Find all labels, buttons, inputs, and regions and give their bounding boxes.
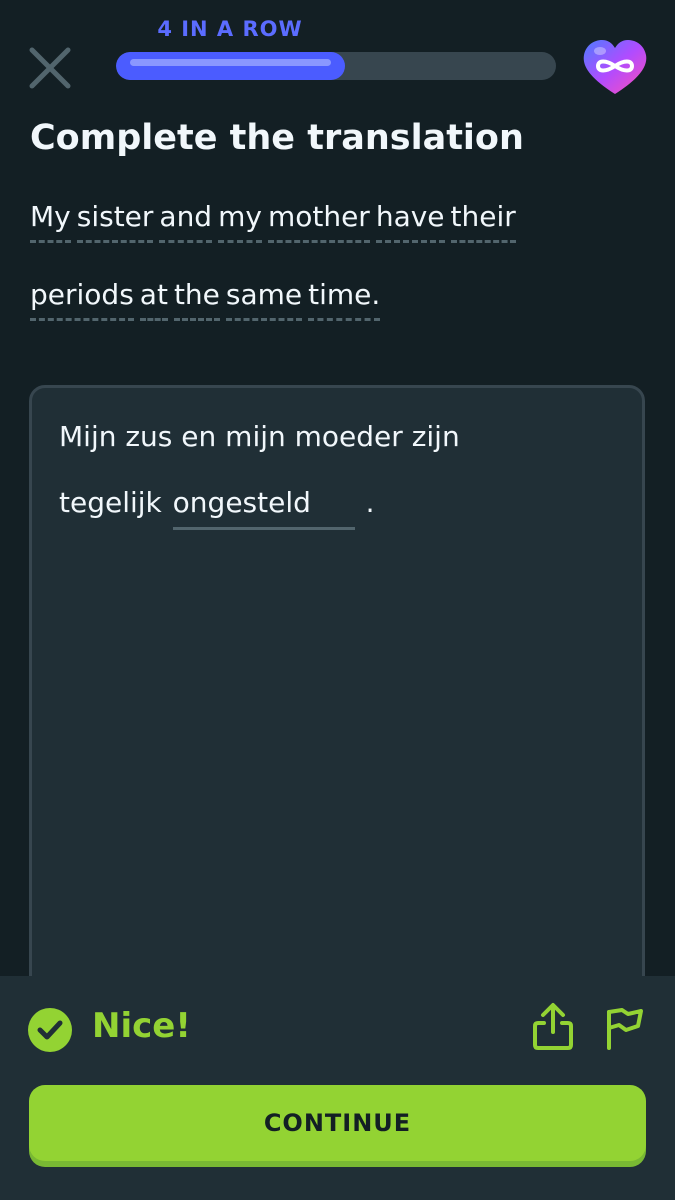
prompt-word[interactable]: the: [173, 278, 220, 321]
feedback-panel: Nice! CONTINUE: [0, 976, 675, 1200]
answer-prefix: tegelijk: [59, 486, 162, 519]
streak-label: 4 IN A ROW: [157, 17, 303, 41]
prompt-word[interactable]: at: [139, 278, 168, 321]
lesson-progress-bar: [116, 52, 556, 80]
check-circle-icon: [28, 1008, 72, 1052]
prompt-word[interactable]: and: [159, 200, 213, 243]
prompt-word[interactable]: their: [450, 200, 516, 243]
prompt-word[interactable]: have: [375, 200, 445, 243]
infinity-heart-icon[interactable]: [580, 38, 650, 98]
progress-highlight: [130, 59, 331, 66]
prompt-word[interactable]: my: [218, 200, 262, 243]
challenge-title: Complete the translation: [30, 118, 524, 158]
prompt-word[interactable]: same: [225, 278, 303, 321]
continue-button[interactable]: CONTINUE: [29, 1085, 646, 1161]
prompt-sentence-line-2: periods at the same time.: [30, 278, 386, 321]
feedback-message: Nice!: [92, 1006, 191, 1046]
close-icon[interactable]: [26, 44, 74, 92]
prompt-word[interactable]: sister: [76, 200, 154, 243]
lesson-progress-fill: [116, 52, 345, 80]
prompt-word[interactable]: periods: [30, 278, 134, 321]
prompt-sentence-line-1: My sister and my mother have their: [30, 200, 522, 243]
answer-line-1: Mijn zus en mijn moeder zijn: [59, 420, 460, 453]
share-icon[interactable]: [530, 1002, 576, 1052]
flag-icon[interactable]: [604, 1004, 646, 1050]
answer-box: Mijn zus en mijn moeder zijn tegelijk on…: [29, 385, 645, 1031]
answer-punctuation: .: [365, 486, 375, 519]
prompt-word[interactable]: time.: [308, 278, 381, 321]
prompt-word[interactable]: mother: [267, 200, 370, 243]
answer-line-2: tegelijk ongesteld .: [59, 486, 374, 530]
prompt-word[interactable]: My: [30, 200, 71, 243]
blank-answer-input[interactable]: ongesteld: [172, 486, 355, 530]
